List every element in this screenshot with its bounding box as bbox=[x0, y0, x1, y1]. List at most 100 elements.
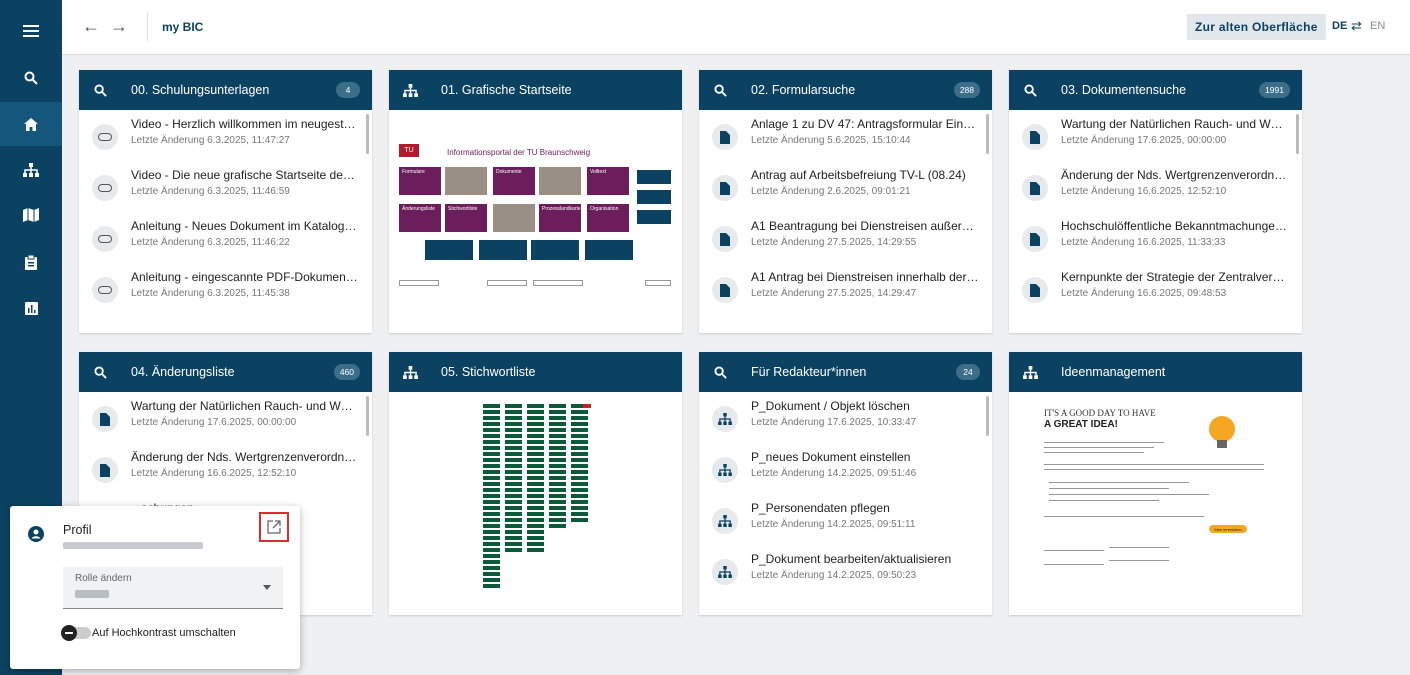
item-date: Letzte Änderung 6.3.2025, 11:46:22 bbox=[131, 237, 290, 248]
scrollbar[interactable] bbox=[986, 114, 989, 154]
keyword-block bbox=[549, 488, 566, 492]
item-date: Letzte Änderung 16.6.2025, 12:52:10 bbox=[1061, 186, 1227, 197]
card-title: Ideenmanagement bbox=[1061, 365, 1166, 379]
link-icon bbox=[92, 226, 118, 252]
keyword-block bbox=[483, 512, 500, 516]
card-header[interactable]: 04. Änderungsliste 460 bbox=[79, 352, 372, 392]
keyword-block bbox=[571, 446, 588, 450]
card-header[interactable]: 03. Dokumentensuche 1991 bbox=[1009, 70, 1302, 110]
preview-footer-button bbox=[645, 280, 671, 286]
list-item[interactable]: P_Dokument bearbeiten/aktualisieren Letz… bbox=[699, 549, 979, 593]
document-icon bbox=[712, 175, 738, 201]
menu-icon[interactable] bbox=[0, 9, 62, 53]
keyword-block bbox=[483, 446, 500, 450]
startpage-preview[interactable]: TU Informationsportal der TU Braunschwei… bbox=[389, 110, 682, 333]
list-item[interactable]: Video - Herzlich willkommen im neugestal… bbox=[79, 114, 359, 158]
idea-text-line bbox=[1044, 550, 1104, 551]
list-item[interactable]: P_Dokument / Objekt löschen Letzte Änder… bbox=[699, 396, 979, 440]
list-item[interactable]: Anlage 1 zu DV 47: Antragsformular Einri… bbox=[699, 114, 979, 158]
sitemap-icon[interactable] bbox=[0, 148, 62, 192]
contrast-toggle[interactable] bbox=[61, 625, 91, 641]
idea-headline-1: IT'S A GOOD DAY TO HAVE bbox=[1044, 408, 1156, 418]
role-select[interactable]: Rolle ändern bbox=[63, 567, 283, 609]
scrollbar[interactable] bbox=[986, 396, 989, 436]
card-1: 01. Grafische Startseite TU Informationsp… bbox=[389, 70, 682, 333]
list-item[interactable]: Anleitung - eingescannte PDF-Dokumente .… bbox=[79, 267, 359, 311]
list-item[interactable]: Kernpunkte der Strategie der Zentralverw… bbox=[1009, 267, 1289, 311]
list-item[interactable]: Anleitung - Neues Dokument im Katalog a.… bbox=[79, 216, 359, 260]
list-item[interactable]: Änderung der Nds. Wertgrenzenverordnung … bbox=[79, 447, 359, 491]
search-icon[interactable] bbox=[0, 56, 62, 100]
list-item[interactable]: A1 Beantragung bei Dienstreisen außerhal… bbox=[699, 216, 979, 260]
keyword-block bbox=[549, 410, 566, 414]
keyword-block bbox=[483, 578, 500, 582]
idea-text-line bbox=[1044, 447, 1154, 448]
item-title: Änderung der Nds. Wertgrenzenverordnung bbox=[1061, 168, 1289, 182]
card-header[interactable]: Für Redakteur*innen 24 bbox=[699, 352, 992, 392]
card-header[interactable]: 05. Stichwortliste bbox=[389, 352, 682, 392]
scrollbar[interactable] bbox=[1296, 114, 1299, 154]
keyword-block bbox=[571, 440, 588, 444]
list-item[interactable]: P_Personendaten pflegen Letzte Änderung … bbox=[699, 498, 979, 542]
preview-header: Informationsportal der TU Braunschweig bbox=[447, 148, 591, 157]
keyword-block bbox=[505, 452, 522, 456]
scrollbar[interactable] bbox=[366, 114, 369, 154]
keyword-block bbox=[483, 428, 500, 432]
keyword-block bbox=[571, 482, 588, 486]
idea-preview[interactable]: IT'S A GOOD DAY TO HAVE A GREAT IDEA! Id… bbox=[1009, 392, 1302, 615]
chart-icon[interactable] bbox=[0, 286, 62, 330]
keyword-marker bbox=[583, 404, 591, 408]
keyword-block bbox=[527, 482, 544, 486]
app-title[interactable]: my BIC bbox=[162, 20, 203, 34]
list-item[interactable]: Hochschulöffentliche Bekanntmachungen...… bbox=[1009, 216, 1289, 260]
map-book-icon[interactable] bbox=[0, 193, 62, 237]
item-date: Letzte Änderung 14.2.2025, 09:51:11 bbox=[751, 519, 916, 530]
card-header[interactable]: Ideenmanagement bbox=[1009, 352, 1302, 392]
idea-text-line bbox=[1109, 560, 1169, 561]
list-item[interactable]: A1 Antrag bei Dienstreisen innerhalb der… bbox=[699, 267, 979, 311]
sitemap-icon bbox=[712, 406, 738, 432]
preview-tile: Dokumente bbox=[493, 167, 535, 195]
keyword-block bbox=[571, 488, 588, 492]
list-item[interactable]: P_neues Dokument einstellen Letzte Änder… bbox=[699, 447, 979, 491]
preview-tile: Organisation bbox=[587, 204, 629, 232]
clipboard-icon[interactable] bbox=[0, 240, 62, 284]
preview-footer-button bbox=[487, 280, 527, 286]
item-title: Anleitung - eingescannte PDF-Dokumente .… bbox=[131, 270, 359, 284]
old-ui-button[interactable]: Zur alten Oberfläche bbox=[1187, 14, 1326, 40]
open-external-button[interactable] bbox=[259, 512, 289, 542]
keyword-list-preview[interactable] bbox=[389, 392, 682, 615]
sitemap-icon bbox=[402, 82, 418, 98]
list-item[interactable]: Video - Die neue grafische Startseite de… bbox=[79, 165, 359, 209]
card-header[interactable]: 01. Grafische Startseite bbox=[389, 70, 682, 110]
card-title: 00. Schulungsunterlagen bbox=[131, 83, 270, 97]
search-icon bbox=[92, 82, 108, 98]
list-item[interactable]: Wartung der Natürlichen Rauch- und Wär..… bbox=[1009, 114, 1289, 158]
lang-de[interactable]: DE bbox=[1332, 20, 1347, 32]
back-arrow-icon[interactable]: ← bbox=[79, 14, 103, 38]
card-header[interactable]: 00. Schulungsunterlagen 4 bbox=[79, 70, 372, 110]
keyword-block bbox=[527, 404, 544, 408]
card-title: 02. Formularsuche bbox=[751, 83, 856, 97]
idea-submit-button: Idee einreichen bbox=[1209, 525, 1247, 533]
keyword-block bbox=[549, 518, 566, 522]
document-icon bbox=[1022, 277, 1048, 303]
keyword-block bbox=[505, 422, 522, 426]
forward-arrow-icon[interactable]: → bbox=[107, 14, 131, 38]
list-item[interactable]: Antrag auf Arbeitsbefreiung TV-L (08.24)… bbox=[699, 165, 979, 209]
lang-en[interactable]: EN bbox=[1370, 20, 1385, 32]
item-title: A1 Beantragung bei Dienstreisen außerhal… bbox=[751, 219, 979, 233]
preview-tile: Prozesslandkarte bbox=[539, 204, 581, 232]
keyword-block bbox=[527, 536, 544, 540]
keyword-block bbox=[483, 584, 500, 588]
lang-switch-icon[interactable]: ⇄ bbox=[1351, 18, 1362, 34]
scrollbar[interactable] bbox=[366, 396, 369, 436]
keyword-block bbox=[549, 458, 566, 462]
idea-text-line bbox=[1044, 469, 1264, 470]
list-item[interactable]: Änderung der Nds. Wertgrenzenverordnung … bbox=[1009, 165, 1289, 209]
home-icon[interactable] bbox=[0, 102, 62, 146]
document-icon bbox=[1022, 226, 1048, 252]
list-item[interactable]: Wartung der Natürlichen Rauch- und Wär..… bbox=[79, 396, 359, 440]
card-header[interactable]: 02. Formularsuche 288 bbox=[699, 70, 992, 110]
keyword-block bbox=[505, 440, 522, 444]
